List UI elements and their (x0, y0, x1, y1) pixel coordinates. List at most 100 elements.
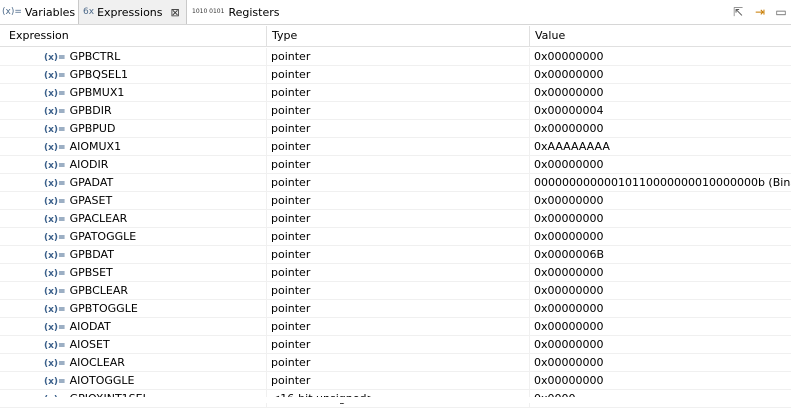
table-row[interactable]: (x)= AIOTOGGLE pointer 0x00000000 (0, 372, 791, 390)
expression-name: GPBMUX1 (69, 86, 125, 99)
type-cell: pointer (267, 246, 530, 264)
expression-cell[interactable]: (x)= AIOTOGGLE (0, 372, 267, 390)
expression-name: GPBCTRL (69, 50, 121, 63)
variable-icon: (x)= (44, 71, 66, 81)
table-row[interactable]: (x)= AIOCLEAR pointer 0x00000000 (0, 354, 791, 372)
variable-icon: (x)= (44, 377, 66, 387)
variable-icon: (x)= (44, 305, 66, 315)
table-row[interactable]: (x)= GPADAT pointer 00000000000010110000000… (0, 174, 791, 192)
horizontal-scrollbar[interactable] (0, 397, 791, 403)
expression-cell[interactable]: (x)= GPBCLEAR (0, 282, 267, 300)
column-header-value[interactable]: Value (530, 26, 791, 46)
table-row[interactable]: (x)= GPATOGGLE pointer 0x00000000 (0, 228, 791, 246)
type-cell: pointer (267, 210, 530, 228)
type-cell: pointer (267, 336, 530, 354)
expression-cell[interactable]: (x)= GPASET (0, 192, 267, 210)
variable-icon: (x)= (44, 125, 66, 135)
value-cell[interactable]: 0x00000000 (530, 192, 791, 210)
table-row[interactable]: (x)= GPBPUD pointer 0x00000000 (0, 120, 791, 138)
value-cell[interactable]: 0x00000000 (530, 300, 791, 318)
table-row[interactable]: (x)= AIODAT pointer 0x00000000 (0, 318, 791, 336)
table-row[interactable]: (x)= GPBSET pointer 0x00000000 (0, 264, 791, 282)
table-row[interactable]: (x)= GPBMUX1 pointer 0x00000000 (0, 84, 791, 102)
expression-cell[interactable]: (x)= GPBMUX1 (0, 84, 267, 102)
expression-cell[interactable]: (x)= AIOSET (0, 336, 267, 354)
expression-cell[interactable]: (x)= GPBTOGGLE (0, 300, 267, 318)
value-cell[interactable]: 0x0000006B (530, 246, 791, 264)
variable-icon: (x)= (44, 233, 66, 243)
expression-name: AIOSET (69, 338, 110, 351)
value-cell[interactable]: 0xAAAAAAAA (530, 138, 791, 156)
value-cell[interactable]: 0x00000000 (530, 318, 791, 336)
value-cell[interactable]: 00000000000010110000000010000000b (Binar… (530, 174, 791, 192)
view-menu-icon[interactable]: ⇱ (730, 4, 746, 20)
value-cell[interactable]: 0x00000000 (530, 282, 791, 300)
type-cell: pointer (267, 372, 530, 390)
expression-cell[interactable]: (x)= AIOMUX1 (0, 138, 267, 156)
expression-name: GPADAT (69, 176, 114, 189)
variable-icon: (x)= (44, 341, 66, 351)
table-row[interactable]: (x)= AIODIR pointer 0x00000000 (0, 156, 791, 174)
expression-name: GPBQSEL1 (69, 68, 128, 81)
table-row[interactable]: (x)= GPBDIR pointer 0x00000004 (0, 102, 791, 120)
type-cell: pointer (267, 192, 530, 210)
expression-cell[interactable]: (x)= AIODIR (0, 156, 267, 174)
value-cell[interactable]: 0x00000000 (530, 48, 791, 66)
table-header: Expression Type Value (0, 26, 791, 47)
table-row[interactable]: (x)= GPBCLEAR pointer 0x00000000 (0, 282, 791, 300)
table-row[interactable]: (x)= GPBCTRL pointer 0x00000000 (0, 48, 791, 66)
expression-cell[interactable]: (x)= GPBCTRL (0, 48, 267, 66)
type-cell: pointer (267, 354, 530, 372)
expression-cell[interactable]: (x)= GPBDAT (0, 246, 267, 264)
value-cell[interactable]: 0x00000000 (530, 210, 791, 228)
value-cell[interactable]: 0x00000000 (530, 84, 791, 102)
expression-cell[interactable]: (x)= AIOCLEAR (0, 354, 267, 372)
expression-cell[interactable]: (x)= GPBDIR (0, 102, 267, 120)
expression-name: GPATOGGLE (69, 230, 137, 243)
expression-cell[interactable]: (x)= GPBSET (0, 264, 267, 282)
expression-cell[interactable]: (x)= AIODAT (0, 318, 267, 336)
expression-name: GPBTOGGLE (69, 302, 138, 315)
variable-icon: (x)= (44, 53, 66, 63)
type-cell: pointer (267, 228, 530, 246)
variable-icon: (x)= (44, 269, 66, 279)
tab-registers[interactable]: 1010 0101 Registers (192, 0, 279, 24)
table-row[interactable]: (x)= GPBQSEL1 pointer 0x00000000 (0, 66, 791, 84)
column-header-type[interactable]: Type (267, 26, 530, 46)
table-row[interactable]: (x)= GPACLEAR pointer 0x00000000 (0, 210, 791, 228)
tab-expressions[interactable]: 6x Expressions ⊠ (78, 0, 187, 24)
expression-cell[interactable]: (x)= GPBPUD (0, 120, 267, 138)
expressions-icon: 6x (83, 7, 95, 17)
table-row[interactable]: (x)= GPBDAT pointer 0x0000006B (0, 246, 791, 264)
tab-variables[interactable]: (x)= Variables (2, 0, 76, 24)
value-cell[interactable]: 0x00000000 (530, 66, 791, 84)
expression-cell[interactable]: (x)= GPACLEAR (0, 210, 267, 228)
value-cell[interactable]: 0x00000000 (530, 354, 791, 372)
column-header-expression[interactable]: Expression (0, 26, 267, 46)
expression-cell[interactable]: (x)= GPADAT (0, 174, 267, 192)
close-tab-icon[interactable]: ⊠ (171, 6, 180, 19)
value-cell[interactable]: 0x00000000 (530, 120, 791, 138)
type-cell: pointer (267, 48, 530, 66)
table-row[interactable]: (x)= AIOSET pointer 0x00000000 (0, 336, 791, 354)
value-cell[interactable]: 0x00000000 (530, 336, 791, 354)
value-cell[interactable]: 0x00000000 (530, 372, 791, 390)
table-row[interactable]: (x)= AIOMUX1 pointer 0xAAAAAAAA (0, 138, 791, 156)
expression-cell[interactable]: (x)= GPBQSEL1 (0, 66, 267, 84)
value-cell[interactable]: 0x00000000 (530, 264, 791, 282)
expression-name: AIOMUX1 (69, 140, 122, 153)
expression-cell[interactable]: (x)= GPATOGGLE (0, 228, 267, 246)
value-cell[interactable]: 0x00000004 (530, 102, 791, 120)
expression-name: GPBPUD (69, 122, 116, 135)
table-row[interactable]: (x)= GPBTOGGLE pointer 0x00000000 (0, 300, 791, 318)
add-expression-icon[interactable]: ⇥ (752, 4, 768, 20)
view-tab-bar: (x)= Variables 6x Expressions ⊠ 1010 010… (0, 0, 791, 25)
variable-icon: (x)= (44, 251, 66, 261)
type-cell: pointer (267, 66, 530, 84)
table-row[interactable]: (x)= GPASET pointer 0x00000000 (0, 192, 791, 210)
minimize-icon[interactable]: ▭ (773, 4, 789, 20)
type-cell: pointer (267, 282, 530, 300)
value-cell[interactable]: 0x00000000 (530, 156, 791, 174)
expression-name: AIOCLEAR (69, 356, 125, 369)
value-cell[interactable]: 0x00000000 (530, 228, 791, 246)
